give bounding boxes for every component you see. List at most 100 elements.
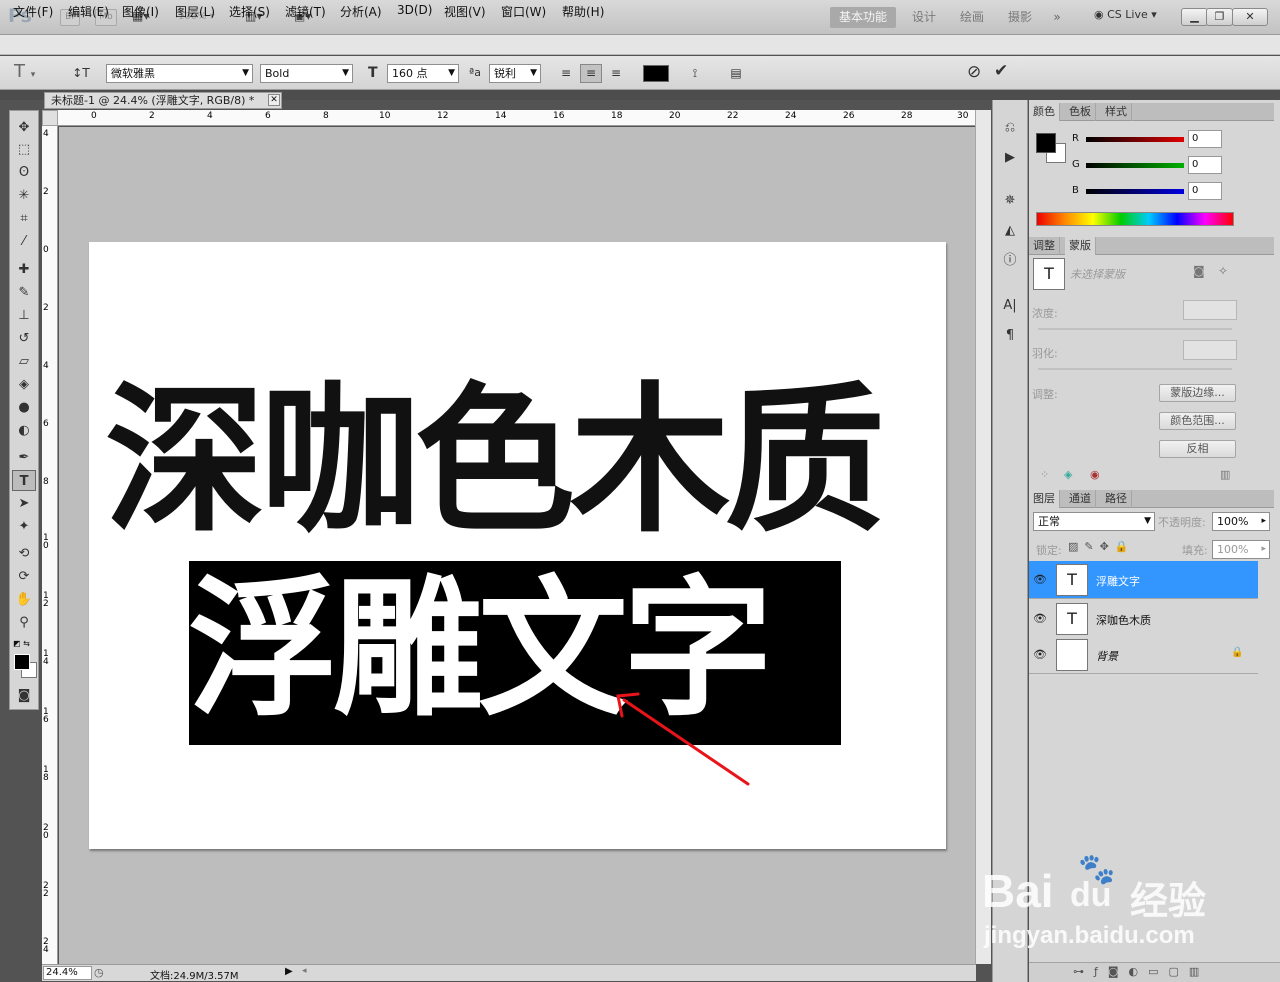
default-colors-icon[interactable]: ◩ ⇆: [13, 639, 30, 648]
font-family-select[interactable]: 微软雅黑 ▼: [106, 64, 253, 83]
tab-styles[interactable]: 样式: [1101, 103, 1132, 121]
zoom-tool-icon[interactable]: ⚲: [12, 612, 36, 633]
align-right-icon[interactable]: ≡: [605, 64, 627, 83]
visibility-eye-icon[interactable]: 👁: [1033, 648, 1047, 661]
tab-channels[interactable]: 通道: [1065, 490, 1096, 508]
layer-row-emboss-text[interactable]: 👁 T 浮雕文字: [1029, 561, 1258, 599]
3d-rotate-tool-icon[interactable]: ⟲: [12, 543, 36, 564]
3d-orbit-tool-icon[interactable]: ⟳: [12, 566, 36, 587]
document-close-icon[interactable]: ✕: [268, 94, 280, 106]
menu-layer[interactable]: 图层(L): [175, 3, 215, 20]
menu-analysis[interactable]: 分析(A): [340, 3, 382, 20]
hand-tool-icon[interactable]: ✋: [12, 589, 36, 610]
delete-mask-icon[interactable]: ▥: [1220, 468, 1230, 481]
type-tool-icon[interactable]: T: [12, 470, 36, 491]
green-slider[interactable]: [1086, 163, 1184, 168]
blend-mode-select[interactable]: 正常 ▼: [1033, 512, 1155, 531]
commit-edit-icon[interactable]: ✔: [994, 61, 1008, 81]
menu-file[interactable]: 文件(F): [13, 3, 53, 20]
info-panel-icon[interactable]: ⓘ: [999, 250, 1021, 272]
status-info-icon[interactable]: ◷: [94, 966, 104, 979]
dodge-tool-icon[interactable]: ◐: [12, 420, 36, 441]
anti-alias-select[interactable]: 锐利 ▼: [489, 64, 541, 83]
menu-filter[interactable]: 滤镜(T): [285, 3, 326, 20]
scroll-left-icon[interactable]: ◂: [302, 966, 307, 976]
tab-masks[interactable]: 蒙版: [1065, 237, 1096, 255]
cancel-edit-icon[interactable]: ⊘: [967, 62, 981, 82]
close-button[interactable]: ✕: [1232, 8, 1268, 26]
toggle-text-orientation-icon[interactable]: ↕T: [70, 64, 92, 83]
align-left-icon[interactable]: ≡: [555, 64, 577, 83]
crop-tool-icon[interactable]: ⌗: [12, 208, 36, 229]
cs-live-button[interactable]: ◉ CS Live ▾: [1094, 8, 1157, 21]
visibility-eye-icon[interactable]: 👁: [1033, 612, 1047, 625]
quick-selection-tool-icon[interactable]: ✳: [12, 185, 36, 206]
path-selection-tool-icon[interactable]: ➤: [12, 493, 36, 514]
fill-input[interactable]: 100% ▸: [1212, 540, 1270, 559]
canvas-text-line1[interactable]: 深咖色木质: [105, 366, 935, 556]
blue-slider[interactable]: [1086, 189, 1184, 194]
eyedropper-tool-icon[interactable]: ⁄: [12, 231, 36, 252]
workspace-essentials[interactable]: 基本功能: [830, 7, 896, 28]
paint-bucket-tool-icon[interactable]: ◈: [12, 374, 36, 395]
paragraph-panel-icon[interactable]: ¶: [999, 325, 1021, 347]
tool-preset-picker[interactable]: T ▾: [14, 61, 50, 85]
text-color-swatch[interactable]: [643, 65, 669, 82]
feather-slider[interactable]: [1038, 368, 1232, 370]
vertical-ruler[interactable]: 4 2 0 2 4 6 8 10 12 14 16 18 20 22 24: [42, 126, 58, 964]
feather-field[interactable]: [1183, 340, 1237, 360]
disable-mask-icon[interactable]: ◉: [1090, 468, 1100, 481]
character-panel-icon[interactable]: ▤: [725, 64, 747, 83]
menu-select[interactable]: 选择(S): [229, 3, 270, 20]
brush-tool-icon[interactable]: ✎: [12, 282, 36, 303]
menu-help[interactable]: 帮助(H): [562, 3, 604, 20]
blue-value-input[interactable]: 0: [1188, 182, 1222, 200]
tab-color[interactable]: 颜色: [1029, 103, 1060, 121]
lock-options-icon[interactable]: ▨✎✥🔒: [1068, 540, 1135, 553]
red-slider[interactable]: [1086, 137, 1184, 142]
layer-row-background[interactable]: 👁 背景 🔒: [1029, 636, 1258, 674]
load-selection-icon[interactable]: ⁘: [1040, 468, 1049, 481]
pen-tool-icon[interactable]: ✒: [12, 447, 36, 468]
quick-mask-icon[interactable]: ◙: [12, 685, 36, 706]
layer-row-wood-text[interactable]: 👁 T 深咖色木质: [1029, 600, 1258, 638]
mask-edge-button[interactable]: 蒙版边缘...: [1159, 384, 1236, 402]
eraser-tool-icon[interactable]: ▱: [12, 351, 36, 372]
vertical-scrollbar[interactable]: [975, 110, 991, 964]
color-range-button[interactable]: 颜色范围...: [1159, 412, 1236, 430]
density-slider[interactable]: [1038, 328, 1232, 330]
workspace-photography[interactable]: 摄影: [1001, 7, 1039, 28]
color-foreground-swatch[interactable]: [1036, 133, 1056, 153]
color-spectrum-bar[interactable]: [1036, 212, 1234, 226]
opacity-input[interactable]: 100% ▸: [1212, 512, 1270, 531]
more-workspaces-icon[interactable]: »: [1045, 7, 1069, 28]
invert-button[interactable]: 反相: [1159, 440, 1236, 458]
lasso-tool-icon[interactable]: ʘ: [12, 162, 36, 183]
warp-text-icon[interactable]: ⟟: [684, 64, 706, 83]
menu-view[interactable]: 视图(V): [444, 3, 486, 20]
tab-paths[interactable]: 路径: [1101, 490, 1132, 508]
align-center-icon[interactable]: ≡: [580, 64, 602, 83]
ruler-origin[interactable]: [42, 110, 58, 126]
select-vector-mask-icon[interactable]: ✧: [1218, 264, 1228, 278]
healing-brush-tool-icon[interactable]: ✚: [12, 259, 36, 280]
visibility-eye-icon[interactable]: 👁: [1033, 573, 1047, 586]
menu-edit[interactable]: 编辑(E): [68, 3, 109, 20]
clone-stamp-tool-icon[interactable]: ⊥: [12, 305, 36, 326]
density-field[interactable]: [1183, 300, 1237, 320]
document-tab[interactable]: 未标题-1 @ 24.4% (浮雕文字, RGB/8) *: [44, 92, 282, 109]
red-value-input[interactable]: 0: [1188, 130, 1222, 148]
move-tool-icon[interactable]: ✥: [12, 117, 36, 138]
navigator-panel-icon[interactable]: ✵: [999, 190, 1021, 212]
status-menu-arrow-icon[interactable]: ▶: [285, 966, 293, 977]
status-zoom-field[interactable]: 24.4%: [43, 966, 92, 980]
foreground-color-swatch[interactable]: [14, 654, 30, 670]
tab-layers[interactable]: 图层: [1029, 490, 1060, 508]
tab-adjustments[interactable]: 调整: [1029, 237, 1060, 255]
menu-image[interactable]: 图像(I): [122, 3, 159, 20]
shape-tool-icon[interactable]: ✦: [12, 516, 36, 537]
tab-swatches[interactable]: 色板: [1065, 103, 1096, 121]
blur-tool-icon[interactable]: ●: [12, 397, 36, 418]
font-style-select[interactable]: Bold ▼: [260, 64, 353, 83]
select-pixel-mask-icon[interactable]: ◙: [1193, 264, 1205, 278]
